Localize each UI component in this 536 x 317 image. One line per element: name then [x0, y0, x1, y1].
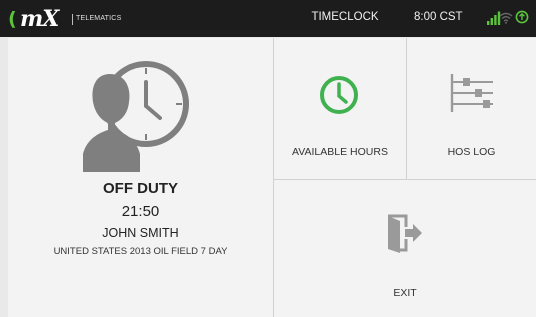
driver-name: JOHN SMITH [102, 226, 179, 240]
clock-icon [320, 76, 358, 114]
log-sliders-icon [450, 74, 493, 112]
logo-tagline: TELEMATICS [76, 15, 122, 22]
top-bar: ( mX TELEMATICS TIMECLOCK 8:00 CST [0, 0, 536, 37]
wifi-icon [499, 12, 513, 24]
screen-title: TIMECLOCK [311, 11, 379, 23]
exit-label: EXIT [393, 287, 417, 299]
available-hours-label: AVAILABLE HOURS [292, 146, 388, 158]
hos-log-label: HOS LOG [447, 146, 496, 158]
clock-readout: 8:00 CST [414, 11, 463, 23]
duty-time: 21:50 [121, 203, 160, 220]
hos-log-tile[interactable]: HOS LOG [407, 38, 536, 179]
available-hours-tile[interactable]: AVAILABLE HOURS [274, 38, 406, 179]
logo-separator [72, 14, 73, 25]
logo-word: mX [20, 6, 59, 32]
logo-mark: ( [8, 8, 17, 30]
gps-icon [515, 10, 529, 24]
exit-door-icon [388, 214, 422, 253]
exit-tile[interactable]: EXIT [274, 180, 536, 317]
driver-clock-icon [83, 61, 189, 172]
duty-status: OFF DUTY [103, 180, 178, 197]
hos-ruleset: UNITED STATES 2013 OIL FIELD 7 DAY [53, 246, 228, 257]
